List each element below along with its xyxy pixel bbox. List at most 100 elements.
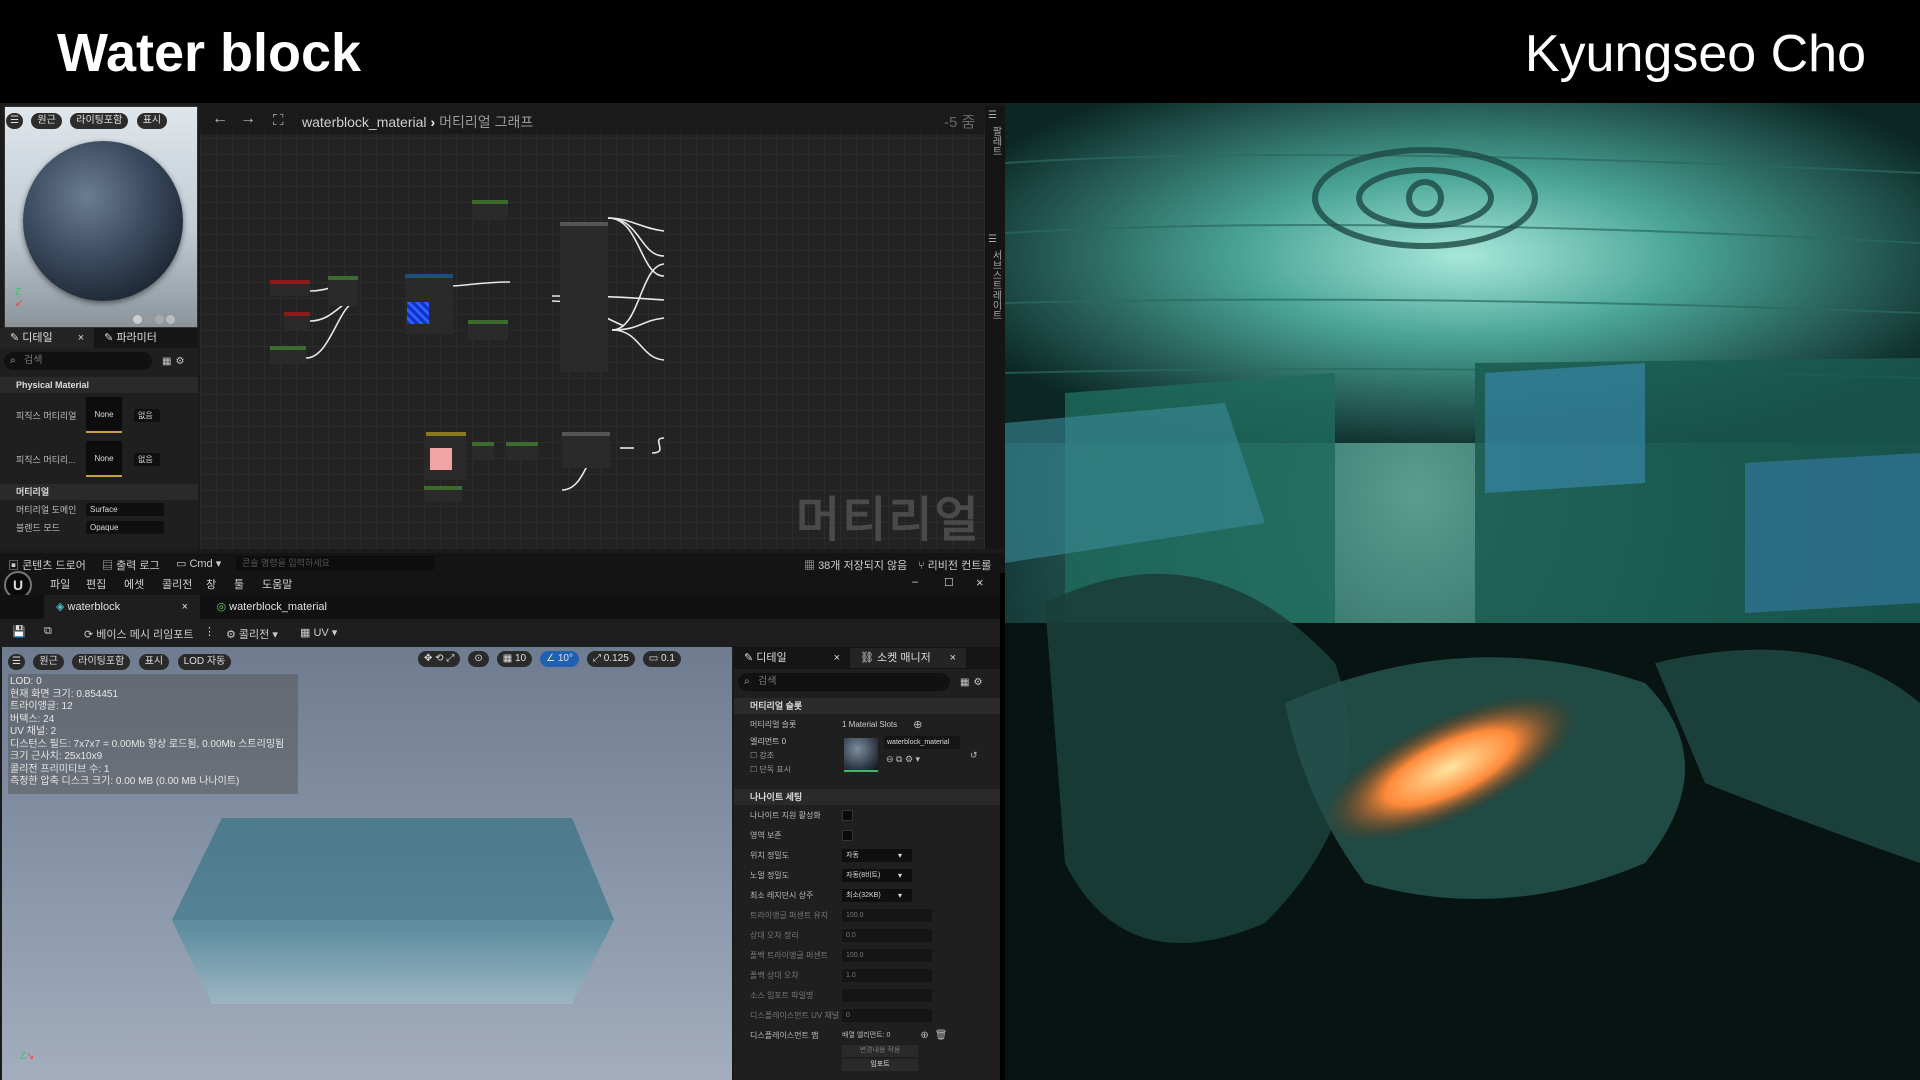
list-icon[interactable]: ☰ [988, 110, 997, 121]
panner-node[interactable] [328, 276, 358, 306]
collision-dropdown[interactable]: ⚙ 콜리전 ▾ [226, 626, 278, 642]
maximize-icon[interactable]: ☐ [944, 576, 954, 589]
nanite-value-field[interactable]: 0 [842, 1008, 932, 1022]
more-icon[interactable]: ⋮ [204, 625, 215, 638]
preview-shape-buttons[interactable] [133, 315, 175, 324]
tab-waterblock-material[interactable]: ◎ waterblock_material [204, 595, 339, 619]
section-physical-material[interactable]: Physical Material [0, 377, 198, 393]
tab-close-icon[interactable]: × [182, 595, 188, 619]
vp-perspective-button[interactable]: 원근 [33, 654, 64, 670]
settings-gear-icon[interactable]: ⚙ [175, 356, 184, 367]
multiply-node[interactable] [468, 320, 508, 340]
reimport-button[interactable]: ⟳ 베이스 메시 리임포트 [84, 626, 193, 642]
highlight-checkbox[interactable]: ☐ 강조 [750, 750, 774, 761]
camera-speed-button[interactable]: ▭ 0.1 [642, 651, 681, 667]
menu-asset[interactable]: 에셋 [124, 576, 144, 592]
list-icon-2[interactable]: ☰ [988, 234, 997, 245]
tab-parameters[interactable]: ✎ 파라미터 [94, 328, 167, 348]
grid-view-icon[interactable]: ▦ [960, 677, 969, 688]
isolate-checkbox[interactable]: ☐ 단독 표시 [750, 764, 791, 775]
cylinder-icon[interactable] [133, 315, 142, 324]
tab-waterblock[interactable]: ◈ waterblock × [44, 595, 200, 619]
close-icon[interactable]: × [950, 648, 956, 668]
cube-icon[interactable] [166, 315, 175, 324]
import-button[interactable]: 임포트 [842, 1059, 918, 1071]
asset-thumbnail[interactable]: None [86, 397, 122, 433]
tab-socket-manager[interactable]: ⛓ 소켓 매니저 × [850, 648, 966, 668]
material-name-field[interactable]: waterblock_material [884, 736, 960, 749]
apply-changes-button[interactable]: 변경내용 적용 [842, 1045, 918, 1057]
texture-sample-node[interactable] [405, 274, 453, 334]
section-material-slots[interactable]: 머티리얼 슬롯 [734, 698, 1000, 714]
nanite-value-field[interactable]: 0.0 [842, 928, 932, 942]
console-input[interactable]: 콘솔 명령을 입력하세요 [236, 556, 434, 570]
nanite-value-field[interactable]: 100.0 [842, 908, 932, 922]
nanite-checkbox[interactable] [842, 809, 853, 821]
section-material[interactable]: 머티리얼 [0, 484, 198, 500]
nanite-value-field[interactable]: 100.0 [842, 948, 932, 962]
chevron-down-icon[interactable]: ▾ [898, 871, 902, 880]
material-preview-viewport[interactable]: Z ↙ [4, 106, 198, 328]
sphere-icon[interactable] [144, 315, 153, 324]
revision-control-button[interactable]: ⑂ 리비전 컨트롤 [918, 557, 991, 573]
cmd-dropdown[interactable]: ▭ Cmd ▾ [176, 557, 221, 570]
scalar-node-2[interactable] [424, 486, 462, 502]
color-param-node[interactable] [426, 432, 466, 480]
mesh-search-input[interactable]: 검색 [738, 673, 950, 691]
plane-icon[interactable] [155, 315, 164, 324]
grid-snap-button[interactable]: ▦ 10 [496, 651, 533, 667]
material-thumbnail[interactable] [844, 738, 878, 772]
breadcrumb-asset[interactable]: waterblock_material [302, 114, 427, 130]
menu-edit[interactable]: 편집 [86, 576, 106, 592]
unsaved-button[interactable]: ▦ 38개 저장되지 않음 [804, 557, 907, 573]
add-slot-icon[interactable]: ⊕ [913, 718, 922, 731]
menu-help[interactable]: 도움말 [262, 576, 292, 592]
vp-lod-button[interactable]: LOD 자동 [177, 654, 232, 670]
browse-icon[interactable]: ⧉ [44, 625, 52, 638]
reset-icon[interactable]: ↺ [970, 750, 978, 761]
lighting-button[interactable]: 라이팅포함 [70, 113, 129, 129]
texture-coord-node[interactable] [270, 280, 310, 296]
asset-dropdown-2[interactable]: 없음 [134, 452, 160, 466]
asset-actions-icons[interactable]: ⊖ ⧉ ⚙ ▾ [886, 754, 920, 765]
window-close-icon[interactable]: × [976, 575, 984, 590]
material-output-node[interactable] [560, 222, 608, 372]
chevron-down-icon[interactable]: ▾ [898, 891, 902, 900]
uv-dropdown[interactable]: ▦ UV ▾ [300, 626, 337, 639]
palette-tab[interactable]: 팔레트 [988, 126, 1003, 156]
menu-collision[interactable]: 콜리전 [162, 576, 192, 592]
show-button[interactable]: 표시 [136, 113, 168, 129]
menu-tools[interactable]: 툴 [234, 576, 244, 592]
tab-details[interactable]: ✎ 디테일 × [0, 328, 95, 348]
chevron-down-icon[interactable]: ▾ [898, 851, 902, 860]
output-log-button[interactable]: ▤ 출력 로그 [102, 557, 160, 573]
blend-mode-dropdown[interactable]: Opaque [86, 520, 164, 534]
constant-node[interactable] [472, 200, 508, 220]
rotate-snap-button[interactable]: ∠ 10° [540, 651, 579, 667]
perspective-button[interactable]: 원근 [31, 113, 62, 129]
details-search-input[interactable]: 검색 [4, 352, 152, 370]
scale-snap-button[interactable]: ⤢ 0.125 [586, 651, 635, 667]
viewport-menu-icon[interactable]: ☰ [8, 654, 25, 670]
save-icon[interactable]: 💾 [12, 625, 26, 638]
asset-thumbnail-2[interactable]: None [86, 441, 122, 477]
mesh-tab-details[interactable]: ✎ 디테일 × [734, 648, 850, 668]
nanite-checkbox[interactable] [842, 829, 853, 841]
breadcrumb-graph[interactable]: 머티리얼 그래프 [439, 114, 533, 130]
transform-tools[interactable]: ✥ ⟲ ⤢ [418, 651, 461, 667]
menu-window[interactable]: 창 [206, 576, 216, 592]
close-icon[interactable]: × [834, 648, 840, 668]
settings-gear-icon[interactable]: ⚙ [973, 677, 982, 688]
vp-lighting-button[interactable]: 라이팅포함 [72, 654, 131, 670]
material-domain-dropdown[interactable]: Surface [86, 502, 164, 516]
menu-file[interactable]: 파일 [50, 576, 70, 592]
lerp-node[interactable] [472, 442, 494, 460]
trash-icon[interactable]: 🗑 [935, 1030, 948, 1041]
add-element-icon[interactable]: ⊕ [920, 1030, 928, 1041]
section-nanite[interactable]: 나나이트 세팅 [734, 789, 1000, 805]
subsurface-output-node[interactable] [562, 432, 610, 468]
back-arrow-icon[interactable]: ← [212, 110, 228, 128]
surface-snap-icon[interactable]: ⊙ [468, 651, 489, 667]
nanite-value-field[interactable]: 1.0 [842, 968, 932, 982]
forward-arrow-icon[interactable]: → [240, 110, 256, 128]
